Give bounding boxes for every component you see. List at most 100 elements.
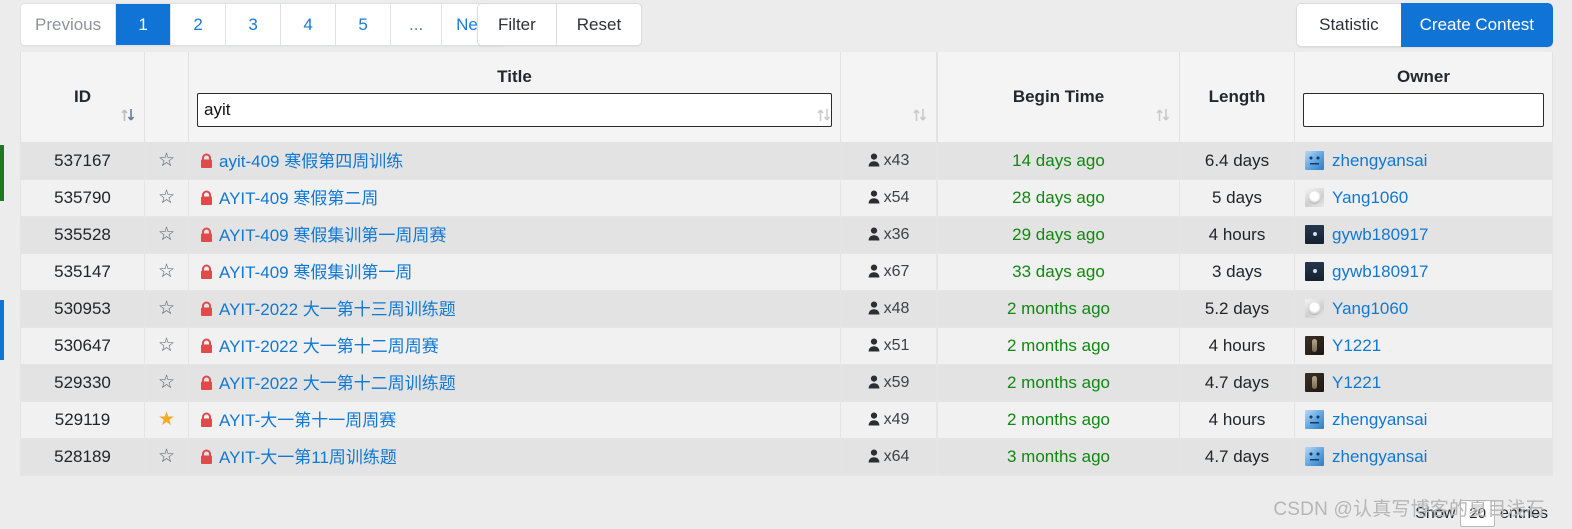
sort-updown-icon-id[interactable] bbox=[120, 105, 136, 125]
pagination-item-4[interactable]: 4 bbox=[281, 4, 337, 45]
participant-count: x43 bbox=[883, 151, 910, 169]
pagination-item-5[interactable]: 5 bbox=[336, 4, 392, 45]
lock-icon bbox=[199, 264, 214, 285]
cell-star[interactable]: ★ bbox=[144, 400, 189, 439]
owner-link[interactable]: zhengyansai bbox=[1332, 151, 1427, 171]
statistic-button[interactable]: Statistic bbox=[1296, 3, 1401, 47]
header-star bbox=[144, 52, 189, 143]
cell-id: 535790 bbox=[20, 178, 145, 217]
cell-id: 530647 bbox=[20, 326, 145, 365]
participant-count: x59 bbox=[883, 373, 910, 391]
table-row[interactable]: 535528 ☆ AYIT-409 寒假集训第一周周赛 x36 29 days ago 4… bbox=[20, 215, 1553, 254]
contest-title-link[interactable]: AYIT-409 寒假集训第一周 bbox=[219, 263, 412, 282]
cell-star[interactable]: ☆ bbox=[144, 363, 189, 402]
table-row[interactable]: 530647 ☆ AYIT-2022 大一第十二周周赛 x51 2 months ago… bbox=[20, 326, 1553, 365]
lock-icon bbox=[199, 301, 214, 322]
contest-title-link[interactable]: ayit-409 寒假第四周训练 bbox=[219, 152, 403, 171]
header-length: Length bbox=[1179, 52, 1295, 143]
owner-link[interactable]: zhengyansai bbox=[1332, 410, 1427, 430]
user-icon bbox=[868, 448, 880, 468]
cell-length: 4.7 days bbox=[1179, 363, 1295, 402]
contest-title-link[interactable]: AYIT-409 寒假集训第一周周赛 bbox=[219, 226, 446, 245]
star-outline-icon[interactable]: ☆ bbox=[158, 335, 175, 356]
contest-title-link[interactable]: AYIT-2022 大一第十二周周赛 bbox=[219, 337, 439, 356]
filter-button-group: Filter Reset bbox=[477, 3, 643, 46]
pagination-item-1[interactable]: 1 bbox=[116, 4, 172, 45]
cell-id: 529330 bbox=[20, 363, 145, 402]
owner-link[interactable]: Yang1060 bbox=[1332, 299, 1408, 319]
header-title: Title bbox=[188, 52, 841, 143]
table-row[interactable]: 535147 ☆ AYIT-409 寒假集训第一周 x67 33 days ago 3 d… bbox=[20, 252, 1553, 291]
pagination[interactable]: Previous 1 2 3 4 5... Next bbox=[20, 3, 507, 46]
title-filter-input[interactable] bbox=[197, 92, 832, 127]
owner-link[interactable]: Y1221 bbox=[1332, 373, 1381, 393]
star-outline-icon[interactable]: ☆ bbox=[158, 372, 175, 393]
cell-title: AYIT-2022 大一第十二周周赛 bbox=[188, 326, 841, 365]
entries-label: entries bbox=[1499, 504, 1548, 522]
sort-updown-icon-participants[interactable] bbox=[912, 105, 928, 125]
avatar bbox=[1305, 447, 1324, 466]
star-outline-icon[interactable]: ☆ bbox=[158, 298, 175, 319]
participant-count: x67 bbox=[883, 262, 910, 280]
cell-star[interactable]: ☆ bbox=[144, 141, 189, 180]
cell-star[interactable]: ☆ bbox=[144, 252, 189, 291]
user-icon bbox=[868, 263, 880, 283]
table-row[interactable]: 537167 ☆ ayit-409 寒假第四周训练 x43 14 days ago 6.4… bbox=[20, 141, 1553, 180]
cell-star[interactable]: ☆ bbox=[144, 178, 189, 217]
cell-owner: zhengyansai bbox=[1294, 141, 1553, 180]
pagination-item-previous[interactable]: Previous bbox=[21, 4, 117, 45]
contest-title-link[interactable]: AYIT-409 寒假第二周 bbox=[219, 189, 378, 208]
table-row[interactable]: 535790 ☆ AYIT-409 寒假第二周 x54 28 days ago 5 day… bbox=[20, 178, 1553, 217]
contest-title-link[interactable]: AYIT-2022 大一第十二周训练题 bbox=[219, 374, 456, 393]
begin-time-value: 3 months ago bbox=[1006, 446, 1110, 466]
lock-icon bbox=[199, 190, 214, 211]
owner-link[interactable]: Y1221 bbox=[1332, 336, 1381, 356]
star-outline-icon[interactable]: ☆ bbox=[158, 446, 175, 467]
cell-title: AYIT-大一第十一周周赛 bbox=[188, 400, 841, 439]
owner-link[interactable]: zhengyansai bbox=[1332, 447, 1427, 467]
cell-star[interactable]: ☆ bbox=[144, 326, 189, 365]
table-header-row: ID Title ayit Begin Time Length Owner bbox=[20, 52, 1553, 143]
cell-length: 6.4 days bbox=[1179, 141, 1295, 180]
avatar bbox=[1305, 299, 1324, 318]
cell-star[interactable]: ☆ bbox=[144, 215, 189, 254]
star-outline-icon[interactable]: ☆ bbox=[158, 224, 175, 245]
owner-filter-input[interactable] bbox=[1303, 92, 1544, 127]
star-outline-icon[interactable]: ☆ bbox=[158, 150, 175, 171]
contest-title-link[interactable]: AYIT-大一第十一周周赛 bbox=[219, 411, 396, 430]
pagination-item-2[interactable]: 2 bbox=[171, 4, 227, 45]
owner-link[interactable]: gywb180917 bbox=[1332, 262, 1428, 282]
cell-id: 537167 bbox=[20, 141, 145, 180]
header-id: ID bbox=[20, 52, 145, 143]
avatar bbox=[1305, 151, 1324, 170]
pagination-item-3[interactable]: 3 bbox=[226, 4, 282, 45]
sort-updown-icon-begin-time[interactable] bbox=[1155, 105, 1171, 125]
cell-length: 3 days bbox=[1179, 252, 1295, 291]
star-outline-icon[interactable]: ☆ bbox=[158, 261, 175, 282]
reset-button[interactable]: Reset bbox=[556, 4, 642, 45]
star-outline-icon[interactable]: ☆ bbox=[158, 187, 175, 208]
table-row[interactable]: 528189 ☆ AYIT-大一第11周训练题 x64 3 months ago 4.7 … bbox=[20, 437, 1553, 476]
entries-select[interactable]: 20 bbox=[1460, 500, 1495, 527]
create-contest-button[interactable]: Create Contest bbox=[1400, 3, 1553, 47]
cell-participants: x49 bbox=[840, 400, 937, 439]
filter-button[interactable]: Filter bbox=[478, 4, 557, 45]
contest-title-link[interactable]: AYIT-2022 大一第十三周训练题 bbox=[219, 300, 456, 319]
left-edge-marker-blue bbox=[0, 300, 4, 360]
table-row[interactable]: 529330 ☆ AYIT-2022 大一第十二周训练题 x59 2 months ag… bbox=[20, 363, 1553, 402]
cell-begin-time: 2 months ago bbox=[937, 363, 1180, 402]
participant-count: x48 bbox=[883, 299, 910, 317]
cell-owner: Y1221 bbox=[1294, 363, 1553, 402]
cell-owner: Y1221 bbox=[1294, 326, 1553, 365]
owner-link[interactable]: Yang1060 bbox=[1332, 188, 1408, 208]
table-row[interactable]: 530953 ☆ AYIT-2022 大一第十三周训练题 x48 2 months ag… bbox=[20, 289, 1553, 328]
contest-title-link[interactable]: AYIT-大一第11周训练题 bbox=[219, 448, 397, 467]
owner-link[interactable]: gywb180917 bbox=[1332, 225, 1428, 245]
star-filled-icon[interactable]: ★ bbox=[158, 409, 175, 430]
table-row[interactable]: 529119 ★ AYIT-大一第十一周周赛 x49 2 months ago 4 hou… bbox=[20, 400, 1553, 439]
cell-star[interactable]: ☆ bbox=[144, 437, 189, 476]
sort-updown-icon-title[interactable] bbox=[816, 105, 832, 125]
cell-star[interactable]: ☆ bbox=[144, 289, 189, 328]
cell-owner: zhengyansai bbox=[1294, 400, 1553, 439]
contest-list-page: Previous 1 2 3 4 5... Next Filter Reset Statis… bbox=[0, 0, 1572, 529]
